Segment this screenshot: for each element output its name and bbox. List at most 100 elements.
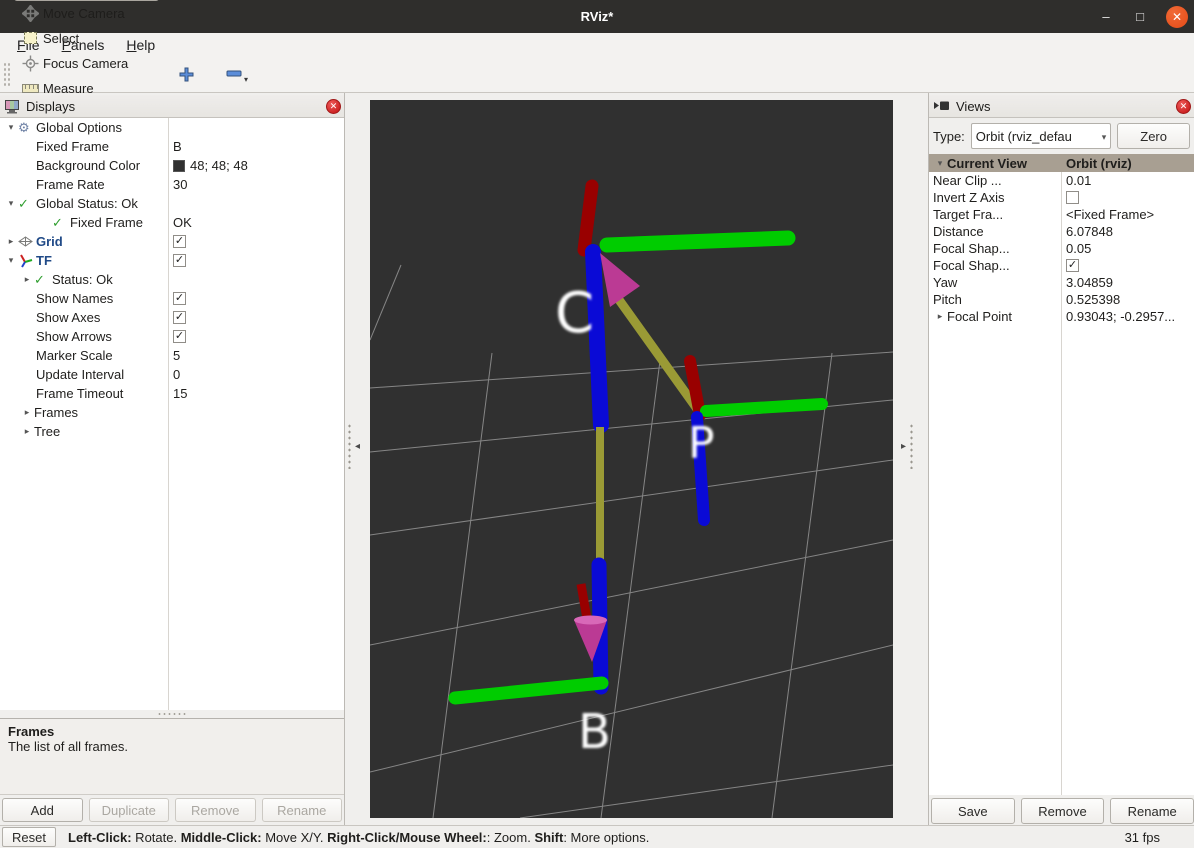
- tree-row-global-options[interactable]: ▾⚙Global Options: [0, 118, 344, 137]
- help-splitter-handle[interactable]: [0, 710, 344, 718]
- row-label: Grid: [36, 234, 63, 249]
- tree-row-target-fra[interactable]: Target Fra...<Fixed Frame>: [929, 206, 1194, 223]
- remove-tool-button[interactable]: ▾: [220, 62, 254, 88]
- tool-focus-camera[interactable]: Focus Camera: [14, 51, 155, 76]
- row-label: Focal Shap...: [933, 241, 1010, 256]
- displays-header[interactable]: Displays ✕: [0, 95, 344, 118]
- displays-panel-title: Displays: [26, 99, 75, 114]
- help-title: Frames: [8, 724, 336, 739]
- collapse-right-panel-button[interactable]: ▸: [901, 441, 906, 452]
- left-splitter[interactable]: ◂: [345, 93, 370, 825]
- check-icon: ✓: [52, 215, 70, 231]
- views-panel: Views ✕ Type: Orbit (rviz_defau ▾ Zero ▾…: [928, 93, 1194, 825]
- displays-panel: Displays ✕ ▾⚙Global OptionsFixed FrameBB…: [0, 93, 345, 825]
- add-button[interactable]: Add: [2, 798, 83, 822]
- row-label: Focal Point: [947, 309, 1012, 324]
- tree-row-tf[interactable]: ▾TF✓: [0, 251, 344, 270]
- 3d-viewport[interactable]: C P B: [370, 100, 893, 818]
- tree-row-focal-shap[interactable]: Focal Shap...✓: [929, 257, 1194, 274]
- remove-button[interactable]: Remove: [1021, 798, 1105, 824]
- rename-button[interactable]: Rename: [1110, 798, 1194, 824]
- tree-row-grid[interactable]: ▸ Grid ✓: [0, 232, 344, 251]
- checkbox[interactable]: ✓: [173, 311, 186, 324]
- tree-row-tree[interactable]: ▸Tree: [0, 422, 344, 441]
- checkbox[interactable]: ✓: [173, 235, 186, 248]
- tree-row-update-interval[interactable]: Update Interval0: [0, 365, 344, 384]
- expander-open-icon[interactable]: ▾: [4, 198, 18, 209]
- collapse-left-panel-button[interactable]: ◂: [355, 441, 360, 452]
- grid-icon: [18, 236, 36, 247]
- row-value: 5: [173, 348, 180, 363]
- row-value: Orbit (rviz): [1066, 156, 1132, 171]
- tree-row-fixed-frame[interactable]: Fixed FrameB: [0, 137, 344, 156]
- row-label: Distance: [933, 224, 984, 239]
- tree-row-status-ok[interactable]: ▸✓Status: Ok: [0, 270, 344, 289]
- mouse-hints: Left-Click: Rotate. Middle-Click: Move X…: [68, 830, 1125, 845]
- checkbox[interactable]: ✓: [173, 254, 186, 267]
- reset-button[interactable]: Reset: [2, 827, 56, 847]
- tree-row-distance[interactable]: Distance 6.07848: [929, 223, 1194, 240]
- view-type-select[interactable]: Orbit (rviz_defau ▾: [971, 123, 1111, 149]
- tree-row-marker-scale[interactable]: Marker Scale5: [0, 346, 344, 365]
- expander-open-icon[interactable]: ▾: [933, 158, 947, 169]
- close-displays-panel-icon[interactable]: ✕: [326, 99, 341, 114]
- checkbox[interactable]: ✓: [1066, 259, 1079, 272]
- tree-row-fixed-frame[interactable]: ✓Fixed FrameOK: [0, 213, 344, 232]
- tree-row-current-view[interactable]: ▾Current ViewOrbit (rviz): [929, 154, 1194, 172]
- menubar: FilePanelsHelp: [0, 33, 1194, 57]
- tree-row-global-status-ok[interactable]: ▾✓Global Status: Ok: [0, 194, 344, 213]
- tree-row-show-arrows[interactable]: Show Arrows ✓: [0, 327, 344, 346]
- expander-open-icon[interactable]: ▾: [4, 255, 18, 266]
- close-views-panel-icon[interactable]: ✕: [1176, 99, 1191, 114]
- expander-open-icon[interactable]: ▾: [4, 122, 18, 133]
- hint-action: Move X/Y.: [262, 830, 328, 845]
- tree-row-focal-point[interactable]: ▸Focal Point0.93043; -0.2957...: [929, 308, 1194, 325]
- focus-camera-icon: [22, 55, 39, 72]
- tree-row-near-clip[interactable]: Near Clip ... 0.01: [929, 172, 1194, 189]
- hint-action: : More options.: [563, 830, 649, 845]
- checkbox[interactable]: ✓: [173, 330, 186, 343]
- expander-closed-icon[interactable]: ▸: [4, 236, 18, 247]
- titlebar: RViz* – □ ✕: [0, 0, 1194, 33]
- tree-row-yaw[interactable]: Yaw3.04859: [929, 274, 1194, 291]
- tree-row-show-axes[interactable]: Show Axes✓: [0, 308, 344, 327]
- tree-row-show-names[interactable]: Show Names✓: [0, 289, 344, 308]
- rviz-window: RViz* – □ ✕ FilePanelsHelp ☝InteractMove…: [0, 0, 1194, 848]
- row-value: 6.07848: [1066, 224, 1113, 239]
- row-label: Tree: [34, 424, 60, 439]
- checkbox[interactable]: ✓: [173, 292, 186, 305]
- tree-row-background-color[interactable]: Background Color48; 48; 48: [0, 156, 344, 175]
- tree-row-pitch[interactable]: Pitch0.525398: [929, 291, 1194, 308]
- row-label: Near Clip ...: [933, 173, 1002, 188]
- tree-row-frame-rate[interactable]: Frame Rate30: [0, 175, 344, 194]
- tool-move-camera[interactable]: Move Camera: [14, 1, 155, 26]
- row-label: Show Arrows: [36, 329, 112, 344]
- save-button[interactable]: Save: [931, 798, 1015, 824]
- row-value: 0.01: [1066, 173, 1091, 188]
- select-box-icon: [22, 30, 39, 47]
- zero-button[interactable]: Zero: [1117, 123, 1190, 149]
- views-header[interactable]: Views ✕: [929, 95, 1194, 118]
- expander-closed-icon[interactable]: ▸: [20, 407, 34, 418]
- hint-key: Left-Click:: [68, 830, 132, 845]
- right-splitter[interactable]: ▸: [893, 93, 928, 825]
- tree-row-frames[interactable]: ▸Frames: [0, 403, 344, 422]
- tree-row-frame-timeout[interactable]: Frame Timeout15: [0, 384, 344, 403]
- maximize-icon[interactable]: □: [1132, 9, 1148, 24]
- minimize-icon[interactable]: –: [1098, 9, 1114, 24]
- expander-closed-icon[interactable]: ▸: [20, 274, 34, 285]
- tool-dropdown-arrow-icon[interactable]: ▾: [244, 75, 248, 84]
- view-type-value: Orbit (rviz_defau: [976, 129, 1072, 144]
- add-tool-button[interactable]: [173, 63, 200, 86]
- views-camera-icon: [933, 100, 951, 112]
- expander-closed-icon[interactable]: ▸: [933, 311, 947, 322]
- tree-row-invert-z-axis[interactable]: Invert Z Axis: [929, 189, 1194, 206]
- tree-row-focal-shap[interactable]: Focal Shap...0.05: [929, 240, 1194, 257]
- tool-label: Focus Camera: [43, 56, 128, 71]
- close-window-icon[interactable]: ✕: [1166, 6, 1188, 28]
- checkbox[interactable]: [1066, 191, 1079, 204]
- toolbar-drag-handle[interactable]: [3, 62, 10, 88]
- expander-closed-icon[interactable]: ▸: [20, 426, 34, 437]
- tool-select[interactable]: Select: [14, 26, 155, 51]
- view-type-label: Type:: [933, 129, 965, 144]
